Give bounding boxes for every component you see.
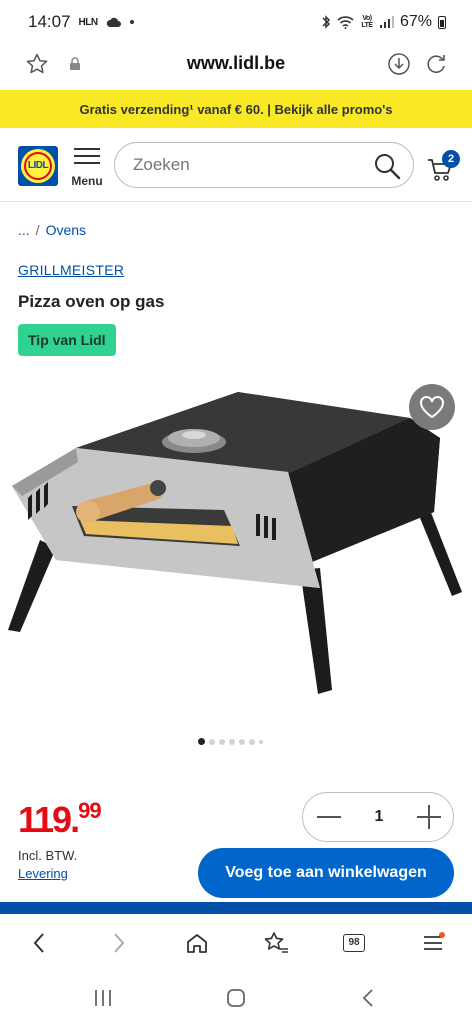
cart-count-badge: 2 <box>442 150 460 168</box>
search-box[interactable] <box>114 142 414 188</box>
battery-percent: 67% <box>399 13 432 30</box>
image-carousel-dots <box>198 738 263 745</box>
tabs-button[interactable]: 98 <box>339 928 369 958</box>
notification-dot-icon <box>129 20 134 24</box>
add-to-cart-button[interactable]: Voeg toe aan winkelwagen <box>198 848 454 898</box>
home-icon <box>187 934 207 953</box>
breadcrumb-ellipsis[interactable]: ... <box>18 222 30 238</box>
quantity-value[interactable]: 1 <box>359 808 399 826</box>
quantity-decrease-button[interactable] <box>317 816 341 818</box>
promo-text: Gratis verzending¹ vanaf € 60. | Bekijk … <box>79 101 393 117</box>
tabs-count: 98 <box>348 937 360 948</box>
carousel-dot[interactable] <box>198 738 205 745</box>
lidl-logo[interactable]: LIDL <box>18 146 58 186</box>
cloud-icon <box>106 17 121 27</box>
footer-strip <box>0 902 472 914</box>
browser-bottom-nav: 98 <box>0 914 472 970</box>
reload-icon[interactable] <box>421 49 451 79</box>
download-icon[interactable] <box>384 49 414 79</box>
home-button[interactable] <box>182 928 212 958</box>
bookmarks-button[interactable] <box>261 928 291 958</box>
carrier-tag: HLN <box>78 16 99 28</box>
forward-button[interactable] <box>104 928 134 958</box>
carousel-dot[interactable] <box>219 738 225 745</box>
hamburger-menu-icon <box>424 932 445 950</box>
browser-menu-button[interactable] <box>418 928 448 958</box>
carousel-dot[interactable] <box>239 738 245 745</box>
promo-banner[interactable]: Gratis verzending¹ vanaf € 60. | Bekijk … <box>0 90 472 128</box>
tip-badge: Tip van Lidl <box>18 324 116 356</box>
hamburger-icon <box>74 148 100 150</box>
product-price: 119.99 <box>18 798 102 841</box>
product-brand-link[interactable]: GRILLMEISTER <box>18 262 124 278</box>
quantity-stepper: 1 <box>302 792 454 842</box>
signal-icon <box>379 16 394 28</box>
hamburger-icon-line <box>74 162 100 164</box>
status-time: 14:07 <box>28 12 71 31</box>
tabs-icon: 98 <box>343 934 365 952</box>
volte-indicator: Vo) LTE <box>361 15 373 29</box>
chevron-left-icon <box>33 933 44 953</box>
android-nav-bar <box>0 970 472 1024</box>
quantity-increase-button[interactable] <box>417 805 441 829</box>
back-nav-icon[interactable] <box>360 988 376 1008</box>
wifi-icon <box>337 15 354 29</box>
chevron-right-icon <box>114 933 125 953</box>
battery-icon <box>438 15 446 29</box>
price-cents: 99 <box>78 798 102 823</box>
product-title: Pizza oven op gas <box>18 292 165 311</box>
breadcrumb-current[interactable]: Ovens <box>46 222 86 238</box>
status-bar: 14:07 HLN Vo) LTE 67% <box>0 0 472 44</box>
wishlist-button[interactable] <box>409 384 455 430</box>
logo-text: LIDL <box>27 160 49 171</box>
delivery-link[interactable]: Levering <box>18 866 68 881</box>
home-nav-icon[interactable] <box>226 988 246 1008</box>
star-list-icon <box>264 932 288 953</box>
back-button[interactable] <box>24 928 54 958</box>
carousel-dot[interactable] <box>229 738 235 745</box>
breadcrumb: ... / Ovens <box>18 222 86 238</box>
menu-button[interactable]: Menu <box>70 146 104 188</box>
site-header: LIDL Menu 2 <box>0 128 472 202</box>
search-input[interactable] <box>133 154 353 176</box>
breadcrumb-separator: / <box>35 222 40 238</box>
price-main: 119. <box>18 799 80 840</box>
carousel-dot[interactable] <box>249 738 255 745</box>
heart-icon <box>420 396 444 419</box>
logo-circle: LIDL <box>21 149 55 183</box>
vat-note: Incl. BTW. <box>18 848 78 863</box>
carousel-dot[interactable] <box>209 738 215 745</box>
cart-button[interactable]: 2 <box>426 150 460 182</box>
browser-url-bar: www.lidl.be <box>0 44 472 86</box>
bluetooth-icon <box>322 15 331 29</box>
recent-apps-icon[interactable] <box>92 988 114 1008</box>
menu-label: Menu <box>71 174 103 188</box>
carousel-dot[interactable] <box>259 739 263 744</box>
hamburger-icon-line <box>74 155 100 157</box>
product-image[interactable] <box>0 378 472 718</box>
search-icon[interactable] <box>373 152 401 180</box>
